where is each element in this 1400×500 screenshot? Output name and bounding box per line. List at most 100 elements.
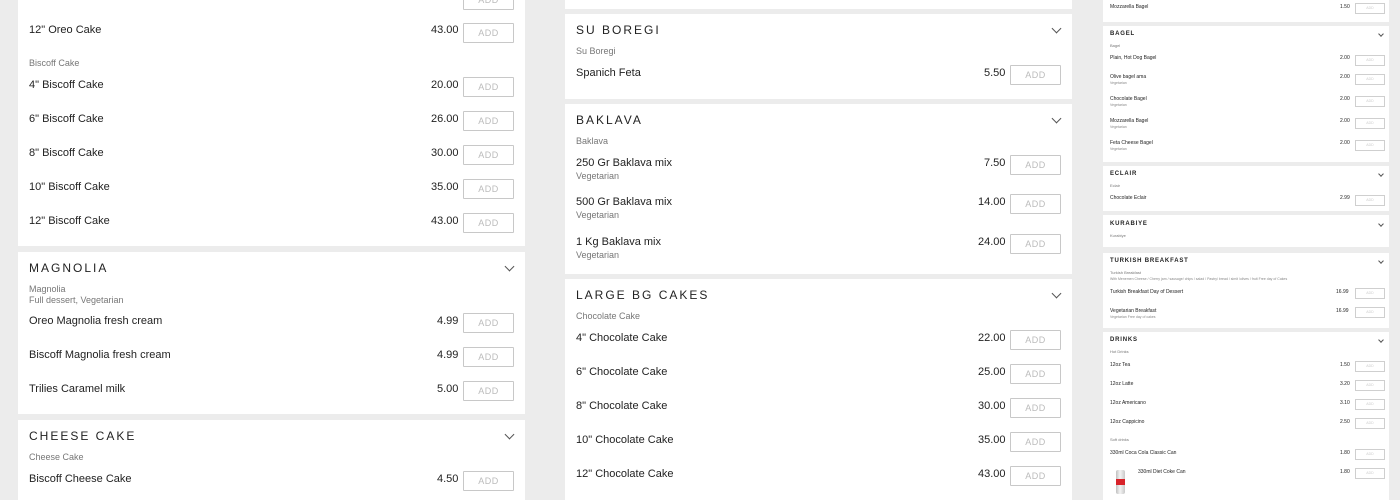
item-price: 1.80 (1340, 450, 1350, 456)
add-button[interactable]: ADD (1355, 55, 1385, 66)
item-name: 330ml Coca Cola Classic Can (1110, 450, 1177, 456)
category-title[interactable]: ECLAIR (1110, 171, 1137, 177)
item-price: 5.50 (984, 67, 1006, 79)
item-name: 1 Kg Baklava mix (576, 236, 661, 248)
add-button[interactable]: ADD (1010, 194, 1061, 214)
item-note: Vegetarian (1110, 125, 1127, 129)
item-price: 1.50 (1340, 4, 1350, 10)
category-title[interactable]: KURABIYE (1110, 221, 1148, 227)
item-name: 12oz Cappicino (1110, 419, 1145, 425)
category-subtitle: Soft drinks (1110, 437, 1129, 442)
bagel-top-partial: Mozzarella Bagel 1.50 ADD (1103, 0, 1389, 22)
add-button[interactable]: ADD (1355, 288, 1385, 299)
add-button[interactable]: ADD (1355, 118, 1385, 129)
baklava-section: BAKLAVA Baklava 250 Gr Baklava mix Veget… (565, 104, 1072, 274)
add-button[interactable]: ADD (463, 77, 514, 97)
item-name: Biscoff Magnolia fresh cream (29, 349, 171, 361)
chevron-down-icon[interactable] (1378, 258, 1384, 264)
add-button[interactable]: ADD (463, 381, 514, 401)
chevron-down-icon[interactable] (1378, 221, 1384, 227)
item-price: 2.00 (1340, 74, 1350, 80)
add-button[interactable]: ADD (1355, 418, 1385, 429)
add-button[interactable]: ADD (1010, 364, 1061, 384)
add-button[interactable]: ADD (463, 0, 514, 10)
category-subtitle: Bagel (1110, 43, 1121, 48)
add-button[interactable]: ADD (1355, 468, 1385, 479)
add-button[interactable]: ADD (463, 23, 514, 43)
item-price: 4.50 (437, 473, 459, 485)
item-price: 22.00 (978, 332, 1006, 344)
add-button[interactable]: ADD (463, 179, 514, 199)
item-name: 6" Biscoff Cake (29, 113, 104, 125)
su-boregi-section: SU BOREGI Su Boregi Spanich Feta 5.50 AD… (565, 14, 1072, 99)
add-button[interactable]: ADD (1355, 399, 1385, 410)
item-price: 2.00 (1340, 96, 1350, 102)
chevron-down-icon[interactable] (504, 429, 515, 440)
item-price: 2.99 (1340, 195, 1350, 201)
category-title[interactable]: BAGEL (1110, 31, 1135, 37)
add-button[interactable]: ADD (1355, 3, 1385, 14)
bagel-section: BAGEL Bagel Plain, Hot Dog Bagel 2.00 AD… (1103, 26, 1389, 162)
add-button[interactable]: ADD (1010, 234, 1061, 254)
add-button[interactable]: ADD (463, 145, 514, 165)
item-price: 43.00 (978, 468, 1006, 480)
add-button[interactable]: ADD (1355, 449, 1385, 460)
chevron-down-icon[interactable] (1051, 288, 1062, 299)
item-price: 2.00 (1340, 118, 1350, 124)
add-button[interactable]: ADD (1010, 65, 1061, 85)
item-price: 3.20 (1340, 381, 1350, 387)
chevron-down-icon[interactable] (1378, 171, 1384, 177)
category-title[interactable]: CHEESE CAKE (29, 429, 136, 443)
add-button[interactable]: ADD (463, 213, 514, 233)
item-name: 10" Biscoff Cake (29, 181, 110, 193)
add-button[interactable]: ADD (1355, 307, 1385, 318)
item-price: 2.50 (1340, 419, 1350, 425)
item-name: 6" Chocolate Cake (576, 366, 668, 378)
add-button[interactable]: ADD (1355, 140, 1385, 151)
item-price: 30.00 (431, 147, 459, 159)
item-name: Spanich Feta (576, 67, 641, 79)
category-title[interactable]: BAKLAVA (576, 113, 643, 127)
item-name: Turkish Breakfast Day of Dessert (1110, 289, 1184, 295)
add-button[interactable]: ADD (463, 471, 514, 491)
add-button[interactable]: ADD (1355, 361, 1385, 372)
drinks-section: DRINKS Hot Drinks 12oz Tea 1.50 ADD 12oz… (1103, 332, 1389, 500)
chevron-down-icon[interactable] (504, 261, 515, 272)
add-button[interactable]: ADD (1010, 466, 1061, 486)
add-button[interactable]: ADD (1355, 380, 1385, 391)
category-title[interactable]: SU BOREGI (576, 23, 661, 37)
item-note: Vegetarian (1110, 81, 1127, 85)
category-description: Full dessert, Vegetarian (29, 295, 124, 305)
add-button[interactable]: ADD (463, 347, 514, 367)
chevron-down-icon[interactable] (1051, 113, 1062, 124)
add-button[interactable]: ADD (463, 313, 514, 333)
add-button[interactable]: ADD (1355, 96, 1385, 107)
chevron-down-icon[interactable] (1378, 31, 1384, 37)
category-title[interactable]: DRINKS (1110, 337, 1138, 343)
item-price: 35.00 (978, 434, 1006, 446)
item-price: 30.00 (978, 400, 1006, 412)
item-name: Olive bagel ama (1110, 74, 1147, 80)
item-name: Oreo Magnolia fresh cream (29, 315, 163, 327)
item-name: 12oz Americano (1110, 400, 1146, 406)
category-title[interactable]: LARGE BG CAKES (576, 288, 709, 302)
category-title[interactable]: MAGNOLIA (29, 261, 108, 275)
eclair-section: ECLAIR Eclair Chocolate Eclair 2.99 ADD (1103, 166, 1389, 211)
add-button[interactable]: ADD (463, 111, 514, 131)
item-price: 3.10 (1340, 400, 1350, 406)
category-subtitle: Magnolia (29, 284, 66, 294)
add-button[interactable]: ADD (1355, 195, 1385, 206)
chevron-down-icon[interactable] (1378, 337, 1384, 343)
item-price: 4.99 (437, 315, 459, 327)
category-title[interactable]: TURKISH BREAKFAST (1110, 258, 1189, 264)
chevron-down-icon[interactable] (1051, 23, 1062, 34)
add-button[interactable]: ADD (1010, 432, 1061, 452)
add-button[interactable]: ADD (1010, 398, 1061, 418)
item-note: Vegetarian (1110, 103, 1127, 107)
add-button[interactable]: ADD (1010, 155, 1061, 175)
add-button[interactable]: ADD (1010, 330, 1061, 350)
item-name: Plain, Hot Dog Bagel (1110, 55, 1157, 61)
item-price: 16.99 (1336, 308, 1349, 314)
add-button[interactable]: ADD (1355, 74, 1385, 85)
item-price: 5.00 (437, 383, 459, 395)
